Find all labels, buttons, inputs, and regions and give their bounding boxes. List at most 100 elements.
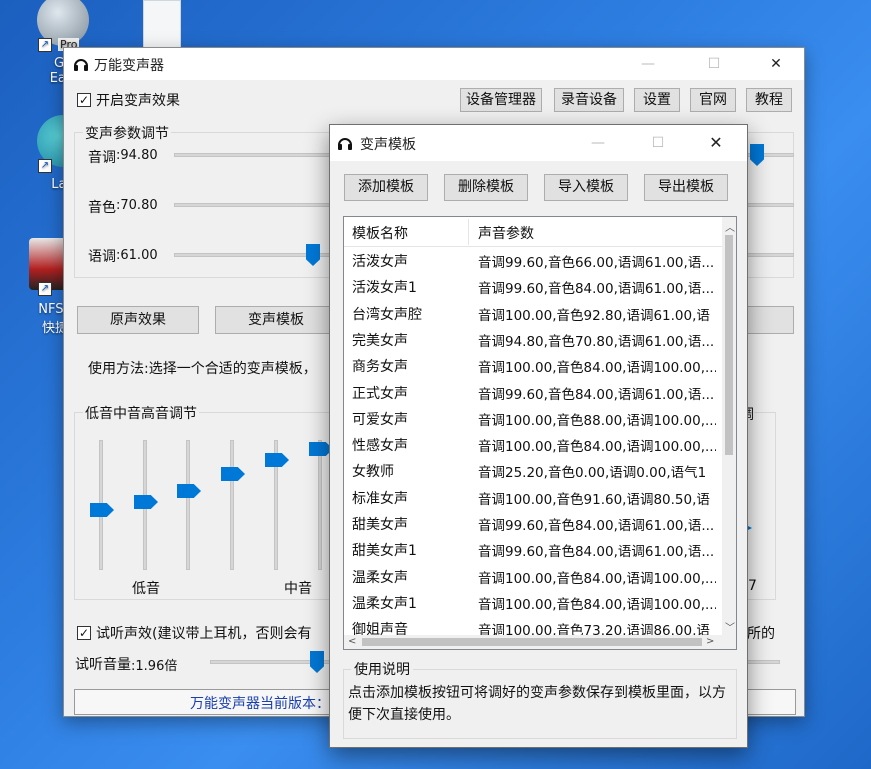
table-row[interactable]: 温柔女声1 音调100.00,音色84.00,语调100.00,... bbox=[344, 589, 724, 615]
volume-slider-thumb[interactable] bbox=[310, 651, 324, 673]
eq-slider-track-4[interactable] bbox=[230, 440, 234, 570]
eq-label-mid: 中音 bbox=[284, 581, 312, 597]
template-params-cell: 音调100.00,音色92.80,语调61.00,语 bbox=[478, 307, 710, 324]
eq-group-title: 低音中音高音调节 bbox=[83, 403, 199, 423]
scroll-down-arrow-icon[interactable]: ﹀ bbox=[725, 619, 735, 634]
template-name-cell: 活泼女声 bbox=[352, 254, 408, 270]
listen-effect-checkbox[interactable]: ✓ bbox=[77, 626, 91, 640]
version-status-text: 万能变声器当前版本： bbox=[190, 696, 330, 712]
template-params-cell: 音调25.20,音色0.00,语调0.00,语气1 bbox=[478, 465, 707, 482]
document-icon[interactable] bbox=[143, 0, 181, 48]
voice-template-button[interactable]: 变声模板 bbox=[215, 306, 337, 334]
dialog-maximize-button[interactable]: ☐ bbox=[636, 131, 680, 155]
eq-slider-track-6[interactable] bbox=[318, 440, 322, 570]
template-name-cell: 性感女声 bbox=[352, 438, 408, 455]
title-bar[interactable]: 万能变声器 — ☐ ✕ bbox=[64, 48, 804, 80]
dialog-title: 变声模板 bbox=[360, 137, 416, 153]
timbre-value: :70.80 bbox=[116, 198, 158, 213]
table-row[interactable]: 活泼女声 音调99.60,音色66.00,语调61.00,语... bbox=[344, 247, 724, 273]
table-row[interactable]: 标准女声 音调100.00,音色91.60,语调80.50,语 bbox=[344, 484, 724, 510]
usage-instructions: 使用方法:选择一个合适的变声模板， bbox=[88, 361, 317, 377]
template-params-cell: 音调100.00,音色84.00,语调100.00,... bbox=[478, 596, 716, 613]
table-row[interactable]: 性感女声 音调100.00,音色84.00,语调100.00,... bbox=[344, 431, 724, 457]
column-header-params[interactable]: 声音参数 bbox=[478, 223, 534, 243]
template-name-cell: 正式女声 bbox=[352, 385, 408, 402]
table-row[interactable]: 活泼女声1 音调99.60,音色84.00,语调61.00,语... bbox=[344, 273, 724, 299]
template-params-cell: 音调100.00,音色88.00,语调100.00,... bbox=[478, 412, 716, 429]
listen-right-fragment: 所的 bbox=[747, 626, 775, 642]
scroll-up-arrow-icon[interactable]: ︿ bbox=[725, 219, 735, 234]
table-row[interactable]: 女教师 音调25.20,音色0.00,语调0.00,语气1 bbox=[344, 457, 724, 483]
close-button[interactable]: ✕ bbox=[754, 52, 798, 76]
template-name-cell: 女教师 bbox=[352, 464, 394, 481]
table-row[interactable]: 台湾女声腔 音调100.00,音色92.80,语调61.00,语 bbox=[344, 300, 724, 326]
listen-volume-value: :1.96倍 bbox=[131, 659, 178, 674]
table-row[interactable]: 温柔女声 音调100.00,音色84.00,语调100.00,... bbox=[344, 563, 724, 589]
shortcut-arrow-icon: ↗ bbox=[38, 38, 52, 52]
list-header: 模板名称 声音参数 bbox=[344, 217, 724, 247]
template-params-cell: 音调99.60,音色84.00,语调61.00,语... bbox=[478, 518, 715, 534]
template-name-cell: 完美女声 bbox=[352, 332, 408, 349]
recording-device-button[interactable]: 录音设备 bbox=[554, 88, 624, 112]
eq-right-digit: 7 bbox=[748, 578, 757, 594]
usage-group: 使用说明 点击添加模板按钮可将调好的变声参数保存到模板里面，以方便下次直接使用。 bbox=[343, 659, 737, 739]
dialog-close-button[interactable]: ✕ bbox=[694, 131, 738, 155]
delete-template-button[interactable]: 删除模板 bbox=[444, 174, 528, 201]
scroll-left-arrow-icon[interactable]: < bbox=[348, 636, 356, 647]
enable-effect-checkbox[interactable]: ✓ bbox=[77, 93, 91, 107]
template-name-cell: 甜美女声1 bbox=[352, 543, 417, 560]
column-header-name[interactable]: 模板名称 bbox=[352, 223, 408, 243]
template-params-cell: 音调99.60,音色84.00,语调61.00,语... bbox=[478, 281, 715, 298]
template-params-cell: 音调100.00,音色91.60,语调80.50,语 bbox=[478, 491, 710, 508]
table-row[interactable]: 正式女声 音调99.60,音色84.00,语调61.00,语... bbox=[344, 379, 724, 405]
eq-slider-track-3[interactable] bbox=[186, 440, 190, 570]
template-name-cell: 商务女声 bbox=[352, 359, 408, 376]
device-manager-button[interactable]: 设备管理器 bbox=[460, 88, 542, 112]
template-name-cell: 台湾女声腔 bbox=[352, 306, 422, 323]
intonation-label: 语调 bbox=[88, 249, 116, 265]
export-template-button[interactable]: 导出模板 bbox=[644, 174, 728, 201]
settings-button[interactable]: 设置 bbox=[634, 88, 680, 112]
minimize-button[interactable]: — bbox=[626, 52, 670, 76]
template-params-cell: 音调99.60,音色66.00,语调61.00,语... bbox=[478, 255, 715, 271]
listen-volume-label: 试听音量 bbox=[75, 657, 131, 673]
eq-label-bass: 低音 bbox=[132, 581, 160, 597]
template-list[interactable]: 模板名称 声音参数 活泼女声 音调99.60,音色66.00,语调61.00,语.… bbox=[343, 216, 737, 650]
template-name-cell: 可爱女声 bbox=[352, 411, 408, 428]
table-row[interactable]: 甜美女声1 音调99.60,音色84.00,语调61.00,语... bbox=[344, 536, 724, 562]
maximize-button[interactable]: ☐ bbox=[692, 52, 736, 76]
table-row[interactable]: 商务女声 音调100.00,音色84.00,语调100.00,... bbox=[344, 352, 724, 378]
horizontal-scroll-thumb[interactable] bbox=[362, 638, 702, 646]
add-template-button[interactable]: 添加模板 bbox=[344, 174, 428, 201]
headphones-icon bbox=[338, 138, 352, 150]
pitch-value: :94.80 bbox=[116, 148, 158, 163]
template-name-cell: 活泼女声1 bbox=[352, 280, 417, 297]
dialog-title-bar[interactable]: 变声模板 — ☐ ✕ bbox=[330, 125, 747, 161]
table-row[interactable]: 可爱女声 音调100.00,音色88.00,语调100.00,... bbox=[344, 405, 724, 431]
template-name-cell: 标准女声 bbox=[352, 490, 408, 507]
tutorial-button[interactable]: 教程 bbox=[746, 88, 792, 112]
vertical-scrollbar[interactable]: ︿ ﹀ bbox=[722, 217, 736, 635]
scroll-right-arrow-icon[interactable]: > bbox=[706, 636, 714, 647]
horizontal-scrollbar[interactable]: < > bbox=[344, 635, 736, 649]
table-row[interactable]: 甜美女声 音调99.60,音色84.00,语调61.00,语... bbox=[344, 510, 724, 536]
window-title: 万能变声器 bbox=[94, 58, 164, 74]
table-row[interactable]: 完美女声 音调94.80,音色70.80,语调61.00,语... bbox=[344, 326, 724, 352]
website-button[interactable]: 官网 bbox=[690, 88, 736, 112]
template-params-cell: 音调100.00,音色84.00,语调100.00,... bbox=[478, 360, 716, 377]
enable-effect-label: 开启变声效果 bbox=[96, 93, 180, 109]
shortcut-arrow-icon: ↗ bbox=[38, 282, 52, 296]
dialog-minimize-button[interactable]: — bbox=[576, 131, 620, 155]
template-params-cell: 音调99.60,音色84.00,语调61.00,语... bbox=[478, 544, 715, 561]
template-params-cell: 音调100.00,音色84.00,语调100.00,... bbox=[478, 439, 716, 456]
original-voice-button[interactable]: 原声效果 bbox=[77, 306, 199, 334]
import-template-button[interactable]: 导入模板 bbox=[544, 174, 628, 201]
template-params-cell: 音调100.00,音色84.00,语调100.00,... bbox=[478, 570, 716, 587]
column-separator[interactable] bbox=[468, 219, 469, 245]
template-dialog: 变声模板 — ☐ ✕ 添加模板 删除模板 导入模板 导出模板 模板名称 声音参数… bbox=[329, 124, 748, 748]
vertical-scroll-thumb[interactable] bbox=[725, 235, 733, 455]
usage-group-title: 使用说明 bbox=[351, 659, 413, 679]
shortcut-arrow-icon: ↗ bbox=[38, 159, 52, 173]
template-params-cell: 音调94.80,音色70.80,语调61.00,语... bbox=[478, 333, 715, 350]
timbre-label: 音色 bbox=[88, 200, 116, 216]
